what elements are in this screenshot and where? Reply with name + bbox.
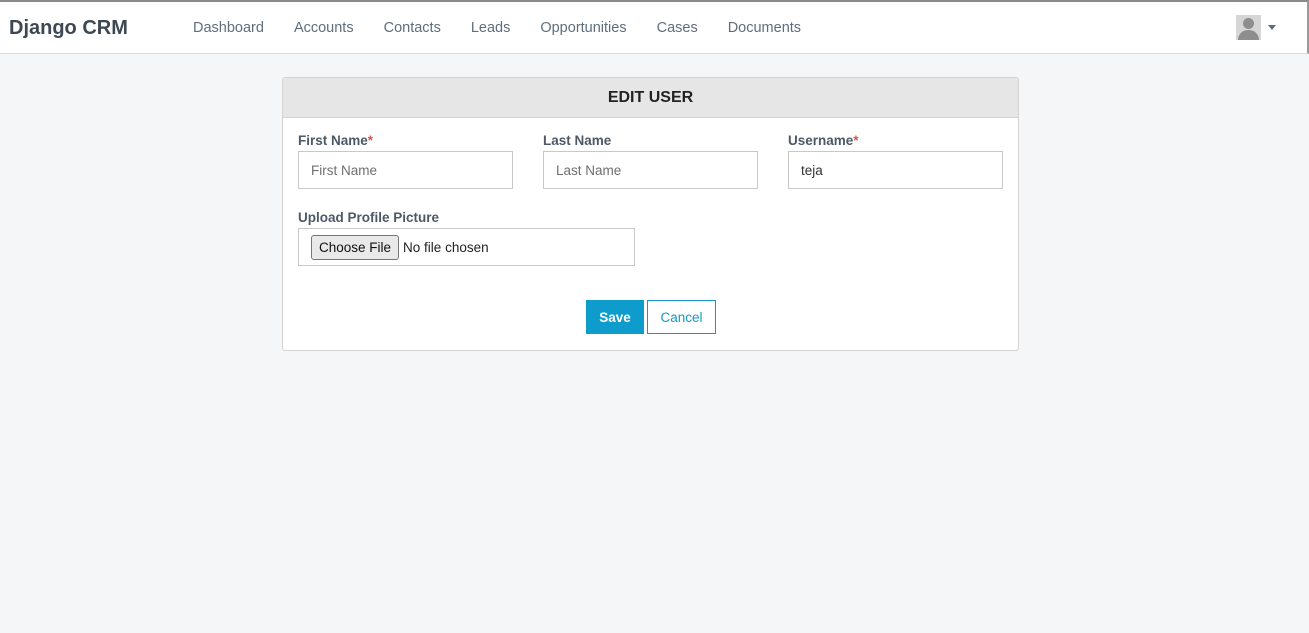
nav-item-opportunities[interactable]: Opportunities — [525, 20, 641, 36]
edit-user-card: EDIT USER First Name* Last Name Username… — [282, 77, 1019, 351]
cancel-button[interactable]: Cancel — [647, 300, 716, 334]
nav-item-dashboard[interactable]: Dashboard — [178, 20, 279, 36]
last-name-input[interactable] — [543, 151, 758, 189]
brand-logo[interactable]: Django CRM — [9, 17, 128, 40]
file-status-text: No file chosen — [403, 239, 489, 255]
card-title: EDIT USER — [283, 78, 1018, 118]
last-name-label: Last Name — [543, 133, 612, 148]
top-navbar: Django CRM Dashboard Accounts Contacts L… — [0, 0, 1309, 54]
nav-item-leads[interactable]: Leads — [456, 20, 526, 36]
caret-down-icon — [1268, 24, 1276, 30]
nav-item-cases[interactable]: Cases — [642, 20, 713, 36]
username-label: Username* — [788, 133, 859, 148]
first-name-label: First Name* — [298, 133, 374, 148]
required-mark: * — [367, 133, 374, 148]
first-name-group: First Name* — [298, 133, 513, 193]
profile-picture-group: Upload Profile Picture Choose File No fi… — [298, 210, 635, 270]
first-name-input[interactable] — [298, 151, 513, 189]
save-button[interactable]: Save — [586, 300, 644, 334]
nav-item-documents[interactable]: Documents — [713, 20, 816, 36]
nav-item-accounts[interactable]: Accounts — [279, 20, 369, 36]
user-avatar-icon — [1236, 14, 1261, 40]
username-input[interactable] — [788, 151, 1003, 189]
last-name-group: Last Name — [543, 133, 758, 193]
nav-menu: Dashboard Accounts Contacts Leads Opport… — [178, 20, 816, 36]
nav-item-contacts[interactable]: Contacts — [369, 20, 456, 36]
required-mark: * — [853, 133, 859, 148]
user-menu-toggle[interactable] — [1236, 14, 1280, 40]
choose-file-button[interactable]: Choose File — [311, 234, 400, 260]
profile-picture-file-input[interactable]: Choose File No file chosen — [298, 228, 635, 266]
profile-picture-label: Upload Profile Picture — [298, 210, 440, 225]
username-group: Username* — [788, 133, 1003, 193]
